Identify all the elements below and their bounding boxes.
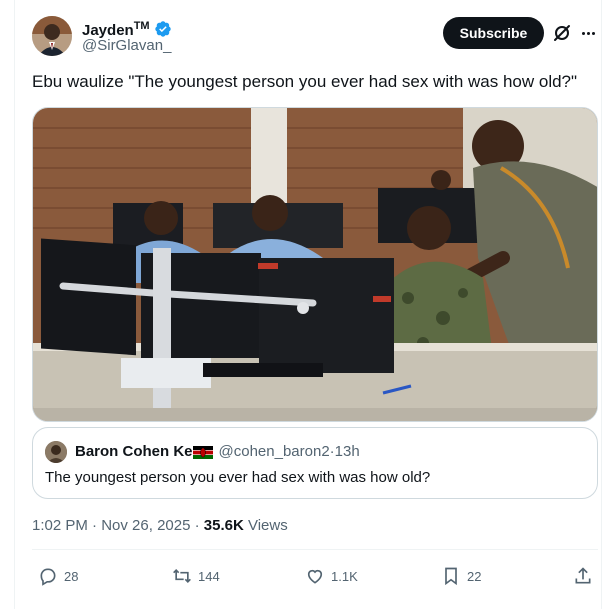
more-icon[interactable] [578, 23, 598, 43]
like-count: 1.1K [331, 568, 358, 584]
views-count: 35.6K [203, 517, 244, 534]
tweet-text: Ebu waulize "The youngest person you eve… [32, 72, 578, 91]
kenya-flag-icon [192, 445, 213, 459]
reply-icon [40, 568, 56, 586]
views-label: Views [243, 517, 288, 534]
tweet-time[interactable]: 1:02 PM [32, 517, 88, 534]
verified-badge-icon[interactable] [154, 20, 172, 38]
share-button[interactable] [573, 565, 593, 587]
quoted-timestamp[interactable]: 13h [335, 442, 360, 462]
tweet-photo[interactable] [32, 107, 598, 422]
grok-icon[interactable] [552, 23, 572, 43]
heart-icon [307, 569, 323, 584]
timeline-border-left [14, 0, 15, 609]
repost-button[interactable]: 144 [172, 565, 220, 587]
action-divider [32, 549, 598, 550]
quoted-tweet[interactable]: Baron Cohen Ke @cohen_baron2 · 13h The y… [32, 427, 598, 499]
share-icon [575, 567, 591, 584]
meta-dot: · [87, 517, 102, 534]
repost-count: 144 [198, 568, 220, 584]
tweet-meta: 1:02 PM · Nov 26, 2025 · 35.6K Views [32, 516, 288, 536]
repost-icon [173, 568, 191, 584]
meta-dot-2: · [190, 517, 204, 534]
quoted-header: Baron Cohen Ke @cohen_baron2 · 13h [75, 442, 360, 462]
quoted-author-handle[interactable]: @cohen_baron2 [219, 442, 330, 462]
bookmark-count: 22 [467, 568, 482, 584]
quoted-author-name[interactable]: Baron Cohen Ke [75, 442, 193, 462]
bookmark-button[interactable]: 22 [441, 565, 481, 587]
subscribe-button[interactable]: Subscribe [443, 17, 544, 49]
timeline-border-right [601, 0, 602, 609]
quoted-text: The youngest person you ever had sex wit… [45, 469, 431, 486]
author-avatar[interactable] [32, 16, 72, 56]
tweet-date[interactable]: Nov 26, 2025 [101, 517, 190, 534]
like-button[interactable]: 1.1K [305, 565, 358, 587]
author-handle[interactable]: @SirGlavan_ [82, 37, 171, 55]
quoted-avatar[interactable] [45, 441, 67, 463]
bookmark-icon [445, 567, 457, 586]
reply-button[interactable]: 28 [38, 565, 78, 587]
reply-count: 28 [64, 568, 79, 584]
